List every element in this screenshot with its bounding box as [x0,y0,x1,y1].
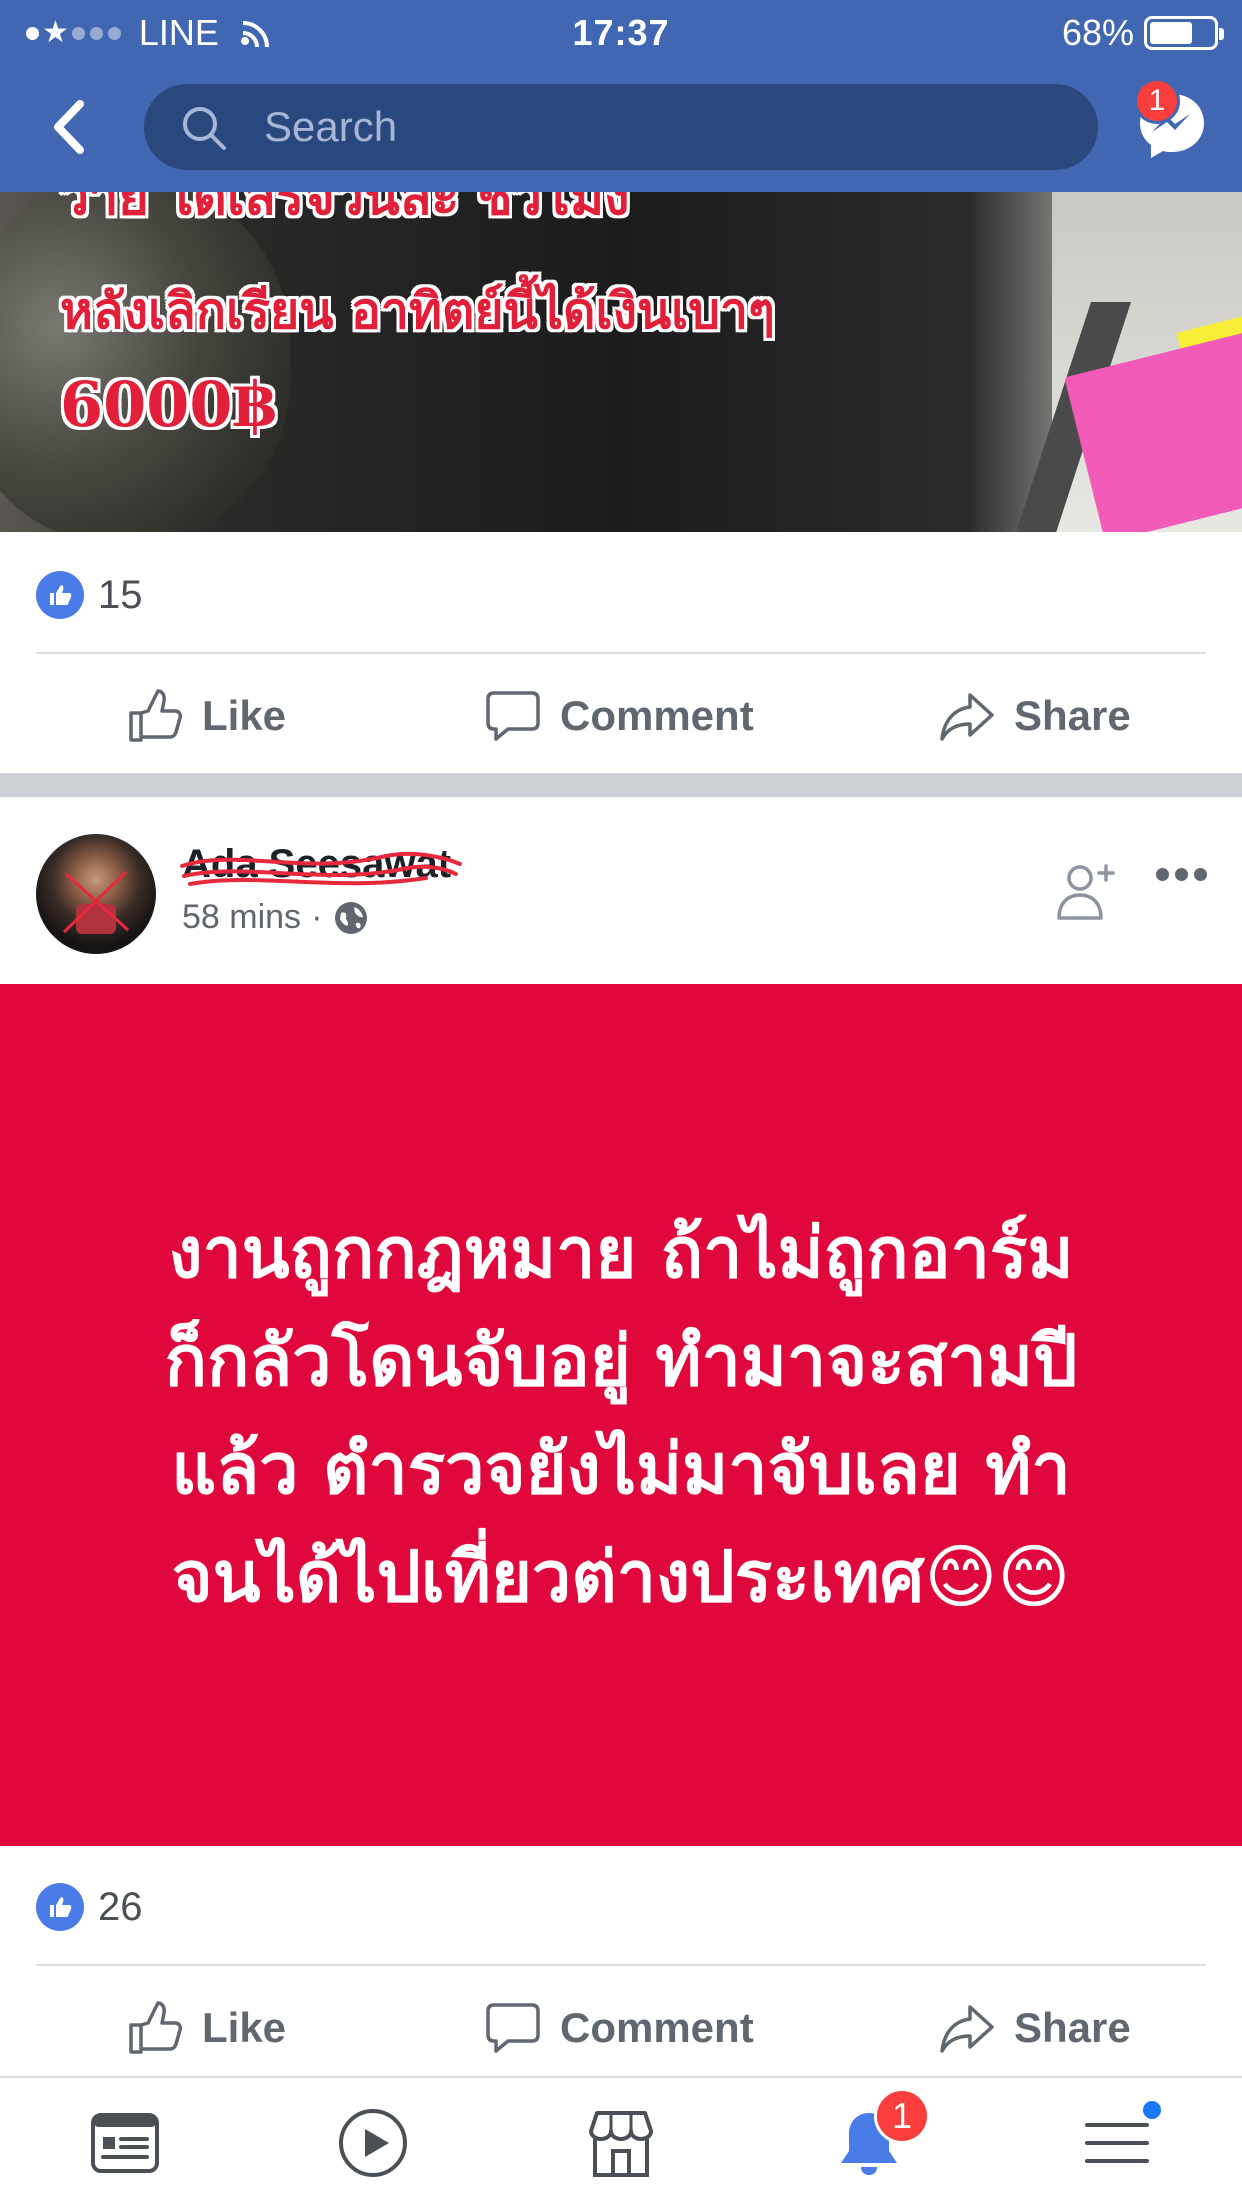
post-text-line: ก็กลัวโดนจับอยู่ ทำมาจะสามปี [164,1320,1078,1402]
status-bar: ★ LINE 17:37 68% [0,0,1242,62]
image-text-line-1: ว่าย ได้เสร็จวันละ ชั่วโมง [60,192,630,227]
reaction-summary[interactable]: 26 [36,1882,143,1932]
post-text-line: แล้ว ตำรวจยังไม่มาจับเลย ทำ [171,1428,1071,1510]
comment-label: Comment [560,692,754,739]
thumbs-up-icon [129,2001,182,2054]
share-label: Share [1014,2004,1131,2051]
post-image[interactable]: ว่าย ได้เสร็จวันละ ชั่วโมง หลังเลิกเรียน… [0,192,1242,532]
add-friend-icon[interactable] [1054,858,1120,924]
like-reaction-icon [36,1883,84,1931]
like-button[interactable]: Like [126,1968,286,2088]
globe-icon [335,901,368,934]
share-arrow-icon [940,693,994,741]
post-text-line: งานถูกกฎหมาย ถ้าไม่ถูกอาร์ม [168,1212,1074,1294]
like-label: Like [202,2004,287,2051]
post-action-bar: Like Comment Share [0,1968,1242,2088]
more-options-icon[interactable] [1156,868,1210,884]
like-count: 15 [98,572,143,617]
share-button[interactable]: Share [938,656,1131,776]
post-action-bar: Like Comment Share [0,656,1242,776]
share-arrow-icon [940,2005,994,2053]
comment-button[interactable]: Comment [484,1968,754,2088]
thumbs-up-icon [129,689,182,742]
name-redaction-scribble [180,851,462,886]
back-arrow-icon[interactable] [44,92,98,162]
post-text-card[interactable]: งานถูกกฎหมาย ถ้าไม่ถูกอาร์ม ก็กลัวโดนจับ… [0,984,1242,1846]
image-text-line-2: หลังเลิกเรียน อาทิตย์นี้ได้เงินเบาๆ [60,281,775,340]
status-time: 17:37 [572,12,670,53]
share-label: Share [1014,692,1131,739]
battery-percent: 68% [1061,12,1134,53]
tab-marketplace[interactable] [576,2098,666,2188]
like-button[interactable]: Like [126,656,286,776]
tab-news-feed[interactable] [80,2098,170,2188]
news-feed-icon [91,2113,159,2173]
post-time[interactable]: 58 mins [182,898,301,937]
post-meta: 58 mins · [182,898,370,937]
like-reaction-icon [36,571,84,619]
marketplace-icon [589,2111,653,2177]
comment-icon [486,2003,540,2053]
search-bar[interactable] [144,84,1098,170]
comment-button[interactable]: Comment [484,656,754,776]
meta-separator: · [311,898,323,936]
image-text-line-3: 6000฿ [60,368,276,441]
post-text-line: จนได้ไปเที่ยวต่างประเทศ😊😊 [171,1536,1071,1618]
divider [36,1964,1206,1966]
comment-label: Comment [560,2004,754,2051]
share-button[interactable]: Share [938,1968,1131,2088]
reaction-summary[interactable]: 15 [36,570,143,620]
watch-icon [339,2109,407,2177]
messenger-badge: 1 [1134,78,1180,124]
search-input[interactable] [264,84,1064,170]
battery-icon [1144,16,1224,50]
search-icon [183,107,226,150]
menu-indicator-dot [1140,2098,1164,2122]
like-count: 26 [98,1884,143,1929]
notifications-badge: 1 [874,2088,930,2144]
bottom-tab-bar [0,2076,1242,2208]
avatar-scribble [62,870,130,934]
like-label: Like [202,692,287,739]
comment-icon [486,691,540,741]
status-right: 68% [1061,12,1224,54]
avatar[interactable] [36,834,156,954]
feed-separator [0,773,1242,797]
post-text: งานถูกกฎหมาย ถ้าไม่ถูกอาร์ม ก็กลัวโดนจับ… [81,1199,1161,1631]
tab-watch[interactable] [328,2098,418,2188]
top-navigation-bar: ★ LINE 17:37 68% 1 [0,0,1242,192]
divider [36,652,1206,654]
